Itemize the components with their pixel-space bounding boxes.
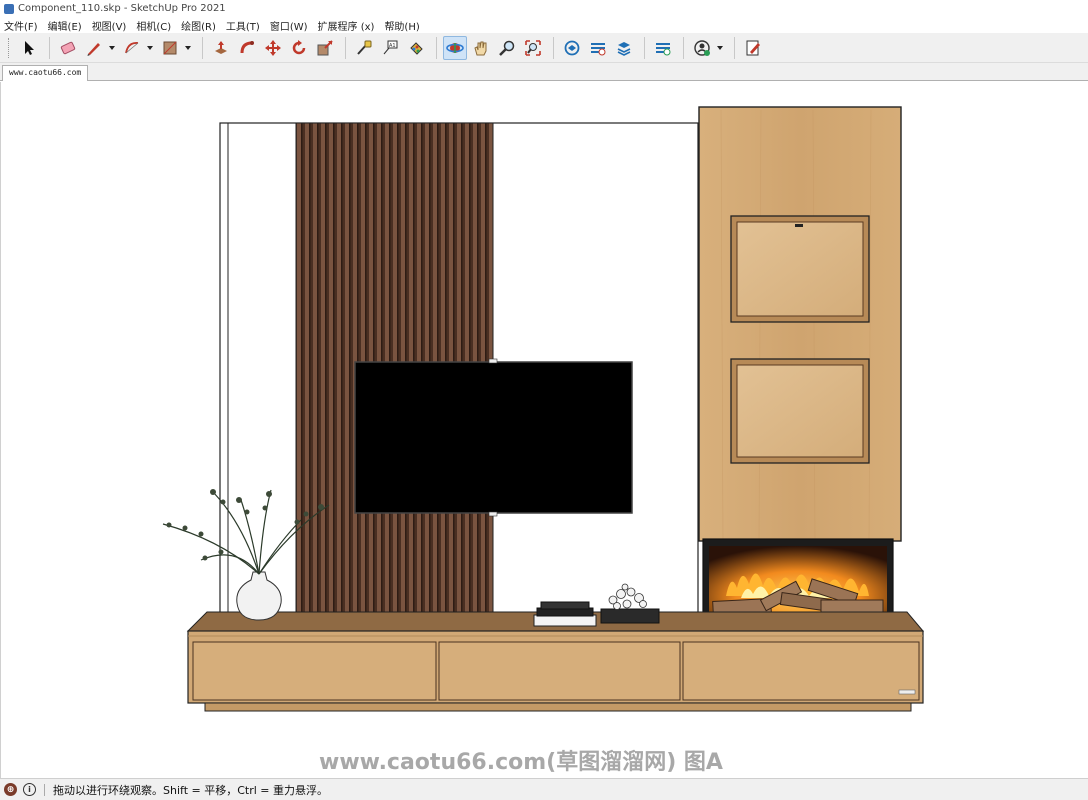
upper-niche xyxy=(730,215,870,323)
toolbar-separator xyxy=(644,36,645,59)
move-icon[interactable] xyxy=(261,36,285,60)
toolbar-separator xyxy=(345,36,346,59)
rectangle-icon[interactable] xyxy=(158,36,182,60)
chevron-down-icon[interactable] xyxy=(716,36,724,60)
menu-help[interactable]: 帮助(H) xyxy=(384,18,419,33)
chevron-down-icon[interactable] xyxy=(184,36,192,60)
main-toolbar: A1 xyxy=(0,33,1088,63)
geo-location-icon[interactable]: ⊕ xyxy=(4,783,17,796)
toolbar-separator xyxy=(202,36,203,59)
toolbar-separator xyxy=(734,36,735,59)
chevron-down-icon[interactable] xyxy=(108,36,116,60)
menu-edit[interactable]: 编辑(E) xyxy=(48,18,82,33)
extension-warehouse-icon[interactable] xyxy=(586,36,610,60)
title-bar: Component_110.skp - SketchUp Pro 2021 xyxy=(0,0,1088,17)
tape-measure-icon[interactable] xyxy=(352,36,376,60)
toolbar-separator xyxy=(553,36,554,59)
chevron-down-icon[interactable] xyxy=(146,36,154,60)
account-icon[interactable] xyxy=(690,36,714,60)
follow-me-icon[interactable] xyxy=(235,36,259,60)
pencil-line-icon[interactable] xyxy=(82,36,106,60)
layout-send-icon[interactable] xyxy=(612,36,636,60)
scale-icon[interactable] xyxy=(313,36,337,60)
television xyxy=(354,358,633,517)
paint-bucket-icon[interactable] xyxy=(404,36,428,60)
info-icon[interactable]: i xyxy=(23,783,36,796)
push-pull-icon[interactable] xyxy=(209,36,233,60)
model-info-edit-icon[interactable] xyxy=(741,36,765,60)
select-arrow-icon[interactable] xyxy=(17,36,41,60)
menu-extensions[interactable]: 扩展程序 (x) xyxy=(318,18,375,33)
media-console xyxy=(186,611,925,712)
status-message: 拖动以进行环绕观察。Shift = 平移，Ctrl = 重力悬浮。 xyxy=(53,783,328,797)
menu-file[interactable]: 文件(F) xyxy=(4,18,38,33)
menu-view[interactable]: 视图(V) xyxy=(92,18,127,33)
toolbar-separator xyxy=(683,36,684,59)
pan-hand-icon[interactable] xyxy=(469,36,493,60)
window-title: Component_110.skp - SketchUp Pro 2021 xyxy=(18,3,226,14)
toolbar-separator xyxy=(436,36,437,59)
arc-icon[interactable] xyxy=(120,36,144,60)
eraser-icon[interactable] xyxy=(56,36,80,60)
document-tab[interactable]: www.caotu66.com xyxy=(2,65,89,81)
menu-window[interactable]: 窗口(W) xyxy=(270,18,308,33)
watermark-text: www.caotu66.com(草图溜溜网) 图A xyxy=(319,750,723,775)
status-bar: ⊕ i 拖动以进行环绕观察。Shift = 平移，Ctrl = 重力悬浮。 xyxy=(0,778,1088,800)
tv-wall-model xyxy=(162,106,925,712)
menu-bar: 文件(F) 编辑(E) 视图(V) 相机(C) 绘图(R) 工具(T) 窗口(W… xyxy=(0,17,1088,33)
3d-warehouse-icon[interactable] xyxy=(560,36,584,60)
stacked-books-decor xyxy=(533,601,597,627)
text-label-icon[interactable]: A1 xyxy=(378,36,402,60)
toolbar-separator xyxy=(49,36,50,59)
orbit-icon[interactable] xyxy=(443,35,467,60)
extension-manager-icon[interactable] xyxy=(651,36,675,60)
menu-camera[interactable]: 相机(C) xyxy=(136,18,171,33)
svg-text:A1: A1 xyxy=(389,43,396,49)
document-tab-bar: www.caotu66.com xyxy=(0,63,1088,81)
menu-draw[interactable]: 绘图(R) xyxy=(181,18,216,33)
zoom-icon[interactable] xyxy=(495,36,519,60)
toolbar-grip[interactable] xyxy=(8,37,11,58)
lower-niche xyxy=(730,358,870,464)
sketchup-app-icon xyxy=(4,3,14,14)
status-separator xyxy=(44,783,45,796)
menu-tools[interactable]: 工具(T) xyxy=(226,18,260,33)
rotate-icon[interactable] xyxy=(287,36,311,60)
tall-wood-cabinet xyxy=(698,106,902,542)
zoom-extents-icon[interactable] xyxy=(521,36,545,60)
drawing-viewport[interactable]: www.caotu66.com(草图溜溜网) 图A xyxy=(0,82,1088,778)
